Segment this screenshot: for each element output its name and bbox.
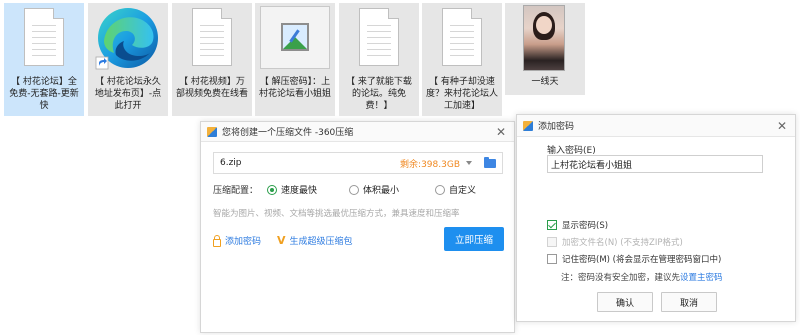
compression-config-row: 压缩配置： 速度最快 体积最小 自定义 (213, 183, 503, 196)
file-label: 【 村花视频】万部视频免费在线看 (175, 77, 248, 99)
file-item-4[interactable]: 【 解压密码】：上村花论坛看小姐姐 (255, 3, 335, 116)
folder-icon[interactable] (484, 156, 496, 168)
add-password-label: 添加密码 (225, 237, 262, 247)
option-label: 体积最小 (363, 186, 400, 196)
compress-now-button[interactable]: 立即压缩 (444, 227, 504, 251)
close-icon[interactable]: ✕ (496, 125, 506, 139)
encrypt-filenames-checkbox: 加密文件名(N) (不支持ZIP格式) (547, 236, 683, 248)
option-smallest[interactable]: 体积最小 (349, 183, 435, 196)
file-item-1[interactable]: 【 村花论坛】全免费-无套路-更新快 (4, 3, 84, 116)
super-pack-label: 生成超级压缩包 (289, 237, 353, 247)
super-pack-link[interactable]: V 生成超级压缩包 (277, 234, 353, 247)
config-label: 压缩配置： (213, 186, 259, 196)
checkbox-checked-icon[interactable] (547, 220, 557, 230)
document-icon (442, 8, 482, 66)
dialog-titlebar: 添加密码 (517, 115, 795, 137)
compression-hint: 智能为图片、视频、文档等挑选最优压缩方式，兼具速度和压缩率 (213, 209, 460, 219)
lock-icon (213, 234, 221, 247)
note-text: 注：密码没有安全加密，建议先 (561, 273, 681, 283)
file-label: 【 村花论坛永久地址发布页】-点此打开 (94, 77, 162, 111)
option-label: 自定义 (449, 186, 477, 196)
360zip-app-icon (207, 126, 217, 137)
file-label: 【 村花论坛】全免费-无套路-更新快 (9, 77, 79, 111)
document-icon (24, 8, 64, 66)
dialog-titlebar: 您将创建一个压缩文件 -360压缩 (201, 122, 514, 142)
password-value: 上村花论坛看小姐姐 (551, 160, 633, 171)
edge-shortcut-icon (95, 8, 158, 70)
cancel-button[interactable]: 取消 (661, 292, 717, 312)
photo-thumbnail (523, 5, 565, 71)
v-badge-icon: V (277, 234, 286, 247)
show-password-checkbox[interactable]: 显示密码(S) (547, 219, 608, 231)
set-master-password-link[interactable]: 设置主密码 (680, 273, 723, 283)
360zip-app-icon (523, 120, 533, 131)
document-icon (192, 8, 232, 66)
file-label: 【 有种子却没速度？来村花论坛人工加速】 (425, 77, 498, 111)
checkbox-label: 加密文件名(N) (不支持ZIP格式) (562, 238, 683, 248)
compress-dialog: 您将创建一个压缩文件 -360压缩 ✕ 6.zip 剩余:398.3GB 压缩配… (200, 121, 515, 333)
document-icon (359, 8, 399, 66)
file-item-5[interactable]: 【 来了就能下载的论坛。纯免费！】 (339, 3, 419, 116)
option-fastest[interactable]: 速度最快 (267, 183, 349, 196)
radio-icon[interactable] (435, 184, 445, 195)
free-space-label: 剩余:398.3GB (400, 159, 460, 170)
file-label: 【 来了就能下载的论坛。纯免费！】 (346, 77, 412, 111)
archive-path-field[interactable]: 6.zip 剩余:398.3GB (213, 152, 503, 174)
add-password-dialog: 添加密码 ✕ 输入密码(E) 上村花论坛看小姐姐 显示密码(S) 加密文件名(N… (516, 114, 796, 322)
radio-selected-icon[interactable] (267, 184, 277, 195)
close-icon[interactable]: ✕ (777, 119, 787, 133)
file-item-7[interactable]: 一线天 (505, 3, 585, 95)
dialog-title: 您将创建一个压缩文件 -360压缩 (222, 128, 354, 138)
checkbox-icon[interactable] (547, 254, 557, 264)
image-file-icon (260, 6, 330, 69)
checkbox-label: 显示密码(S) (562, 221, 609, 231)
ok-button[interactable]: 确认 (597, 292, 653, 312)
radio-icon[interactable] (349, 184, 359, 195)
add-password-link[interactable]: 添加密码 (213, 234, 261, 247)
checkbox-label: 记住密码(M) (将会显示在管理密码窗口中) (562, 255, 722, 265)
archive-filename[interactable]: 6.zip (220, 158, 400, 168)
checkbox-disabled-icon (547, 237, 557, 247)
password-input[interactable]: 上村花论坛看小姐姐 (547, 155, 763, 173)
file-label: 一线天 (531, 77, 559, 87)
remember-password-checkbox[interactable]: 记住密码(M) (将会显示在管理密码窗口中) (547, 253, 721, 265)
file-label: 【 解压密码】：上村花论坛看小姐姐 (258, 77, 331, 99)
dialog-title: 添加密码 (538, 122, 575, 132)
option-custom[interactable]: 自定义 (435, 183, 476, 196)
security-note: 注：密码没有安全加密，建议先设置主密码 (561, 271, 723, 283)
chevron-down-icon[interactable] (466, 161, 472, 165)
file-item-2[interactable]: 【 村花论坛永久地址发布页】-点此打开 (88, 3, 168, 116)
desktop-root: 【 村花论坛】全免费-无套路-更新快 【 村花论坛永久地址发布页】-点此打开 【… (0, 0, 800, 335)
file-item-3[interactable]: 【 村花视频】万部视频免费在线看 (172, 3, 252, 116)
file-item-6[interactable]: 【 有种子却没速度？来村花论坛人工加速】 (422, 3, 502, 116)
option-label: 速度最快 (281, 186, 318, 196)
